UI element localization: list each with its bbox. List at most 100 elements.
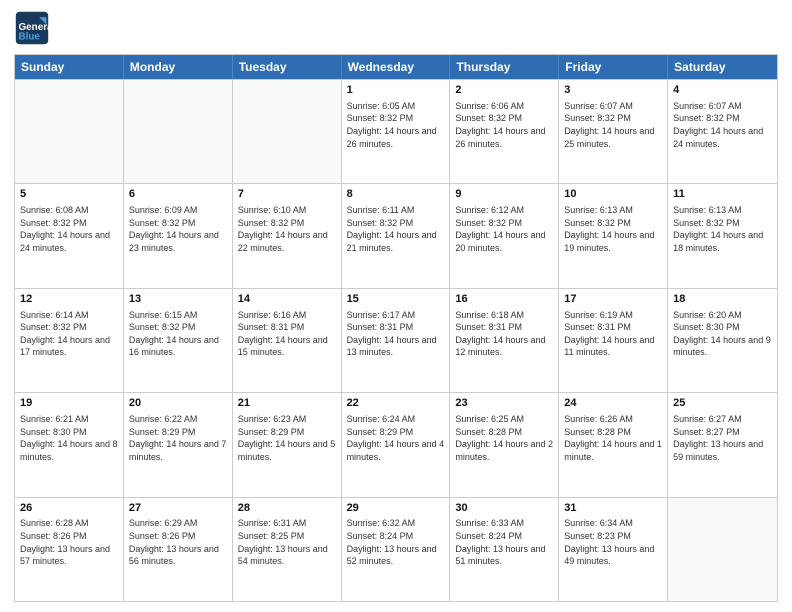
- empty-cell: [124, 80, 233, 183]
- day-cell-13: 13 Sunrise: 6:15 AMSunset: 8:32 PMDayligh…: [124, 289, 233, 392]
- cell-info: Sunrise: 6:25 AMSunset: 8:28 PMDaylight:…: [455, 413, 553, 463]
- day-cell-2: 2Sunrise: 6:06 AMSunset: 8:32 PMDaylight…: [450, 80, 559, 183]
- cell-info: Sunrise: 6:33 AMSunset: 8:24 PMDaylight:…: [455, 517, 553, 567]
- day-number: 26: [20, 501, 118, 516]
- day-cell-16: 16 Sunrise: 6:18 AMSunset: 8:31 PMDayligh…: [450, 289, 559, 392]
- cell-info: Sunrise: 6:05 AMSunset: 8:32 PMDaylight:…: [347, 100, 445, 150]
- day-cell-9: 9 Sunrise: 6:12 AMSunset: 8:32 PMDaylight…: [450, 184, 559, 287]
- day-number: 8: [347, 187, 445, 202]
- day-number: 23: [455, 396, 553, 411]
- header: General Blue: [14, 10, 778, 46]
- cell-info: Sunrise: 6:19 AMSunset: 8:31 PMDaylight:…: [564, 309, 662, 359]
- cell-info: Sunrise: 6:16 AMSunset: 8:31 PMDaylight:…: [238, 309, 336, 359]
- cell-info: Sunrise: 6:34 AMSunset: 8:23 PMDaylight:…: [564, 517, 662, 567]
- day-number: 4: [673, 83, 772, 98]
- cell-info: Sunrise: 6:06 AMSunset: 8:32 PMDaylight:…: [455, 100, 553, 150]
- day-cell-31: 31Sunrise: 6:34 AMSunset: 8:23 PMDayligh…: [559, 498, 668, 601]
- day-number: 22: [347, 396, 445, 411]
- weekday-header-thursday: Thursday: [450, 55, 559, 79]
- logo-icon: General Blue: [14, 10, 50, 46]
- day-cell-29: 29Sunrise: 6:32 AMSunset: 8:24 PMDayligh…: [342, 498, 451, 601]
- cell-info: Sunrise: 6:15 AMSunset: 8:32 PMDaylight:…: [129, 309, 227, 359]
- day-number: 13: [129, 292, 227, 307]
- day-number: 24: [564, 396, 662, 411]
- day-cell-4: 4 Sunrise: 6:07 AMSunset: 8:32 PMDaylight…: [668, 80, 777, 183]
- cell-info: Sunrise: 6:27 AMSunset: 8:27 PMDaylight:…: [673, 413, 772, 463]
- day-cell-1: 1 Sunrise: 6:05 AMSunset: 8:32 PMDaylight…: [342, 80, 451, 183]
- cell-info: Sunrise: 6:26 AMSunset: 8:28 PMDaylight:…: [564, 413, 662, 463]
- day-cell-3: 3 Sunrise: 6:07 AMSunset: 8:32 PMDaylight…: [559, 80, 668, 183]
- day-number: 9: [455, 187, 553, 202]
- day-cell-28: 28Sunrise: 6:31 AMSunset: 8:25 PMDayligh…: [233, 498, 342, 601]
- day-cell-8: 8 Sunrise: 6:11 AMSunset: 8:32 PMDaylight…: [342, 184, 451, 287]
- day-number: 25: [673, 396, 772, 411]
- day-cell-22: 22 Sunrise: 6:24 AMSunset: 8:29 PMDayligh…: [342, 393, 451, 496]
- day-number: 17: [564, 292, 662, 307]
- day-cell-17: 17 Sunrise: 6:19 AMSunset: 8:31 PMDayligh…: [559, 289, 668, 392]
- day-number: 7: [238, 187, 336, 202]
- day-number: 6: [129, 187, 227, 202]
- cell-info: Sunrise: 6:11 AMSunset: 8:32 PMDaylight:…: [347, 204, 445, 254]
- cell-info: Sunrise: 6:10 AMSunset: 8:32 PMDaylight:…: [238, 204, 336, 254]
- day-cell-27: 27Sunrise: 6:29 AMSunset: 8:26 PMDayligh…: [124, 498, 233, 601]
- day-number: 27: [129, 501, 227, 516]
- day-number: 14: [238, 292, 336, 307]
- cell-info: Sunrise: 6:23 AMSunset: 8:29 PMDaylight:…: [238, 413, 336, 463]
- day-number: 3: [564, 83, 662, 98]
- cell-info: Sunrise: 6:22 AMSunset: 8:29 PMDaylight:…: [129, 413, 227, 463]
- cell-info: Sunrise: 6:29 AMSunset: 8:26 PMDaylight:…: [129, 517, 227, 567]
- week-row-4: 19Sunrise: 6:21 AMSunset: 8:30 PMDayligh…: [15, 392, 777, 496]
- calendar-header: SundayMondayTuesdayWednesdayThursdayFrid…: [15, 55, 777, 79]
- empty-cell: [15, 80, 124, 183]
- day-number: 5: [20, 187, 118, 202]
- cell-info: Sunrise: 6:31 AMSunset: 8:25 PMDaylight:…: [238, 517, 336, 567]
- day-cell-21: 21 Sunrise: 6:23 AMSunset: 8:29 PMDayligh…: [233, 393, 342, 496]
- week-row-3: 12 Sunrise: 6:14 AMSunset: 8:32 PMDayligh…: [15, 288, 777, 392]
- cell-info: Sunrise: 6:09 AMSunset: 8:32 PMDaylight:…: [129, 204, 227, 254]
- day-number: 20: [129, 396, 227, 411]
- day-number: 30: [455, 501, 553, 516]
- svg-text:Blue: Blue: [19, 32, 41, 43]
- cell-info: Sunrise: 6:18 AMSunset: 8:31 PMDaylight:…: [455, 309, 553, 359]
- day-cell-6: 6 Sunrise: 6:09 AMSunset: 8:32 PMDaylight…: [124, 184, 233, 287]
- day-number: 1: [347, 83, 445, 98]
- weekday-header-monday: Monday: [124, 55, 233, 79]
- day-number: 11: [673, 187, 772, 202]
- cell-info: Sunrise: 6:24 AMSunset: 8:29 PMDaylight:…: [347, 413, 445, 463]
- day-number: 15: [347, 292, 445, 307]
- cell-info: Sunrise: 6:12 AMSunset: 8:32 PMDaylight:…: [455, 204, 553, 254]
- day-cell-7: 7 Sunrise: 6:10 AMSunset: 8:32 PMDaylight…: [233, 184, 342, 287]
- weekday-header-wednesday: Wednesday: [342, 55, 451, 79]
- weekday-header-friday: Friday: [559, 55, 668, 79]
- day-number: 12: [20, 292, 118, 307]
- empty-cell: [668, 498, 777, 601]
- day-cell-26: 26Sunrise: 6:28 AMSunset: 8:26 PMDayligh…: [15, 498, 124, 601]
- week-row-2: 5Sunrise: 6:08 AMSunset: 8:32 PMDaylight…: [15, 183, 777, 287]
- cell-info: Sunrise: 6:13 AMSunset: 8:32 PMDaylight:…: [564, 204, 662, 254]
- page: General Blue SundayMondayTuesdayWednesda…: [0, 0, 792, 612]
- cell-info: Sunrise: 6:14 AMSunset: 8:32 PMDaylight:…: [20, 309, 118, 359]
- day-cell-20: 20 Sunrise: 6:22 AMSunset: 8:29 PMDayligh…: [124, 393, 233, 496]
- cell-info: Sunrise: 6:20 AMSunset: 8:30 PMDaylight:…: [673, 309, 772, 359]
- day-number: 21: [238, 396, 336, 411]
- day-cell-14: 14 Sunrise: 6:16 AMSunset: 8:31 PMDayligh…: [233, 289, 342, 392]
- day-cell-11: 11 Sunrise: 6:13 AMSunset: 8:32 PMDayligh…: [668, 184, 777, 287]
- weekday-header-sunday: Sunday: [15, 55, 124, 79]
- cell-info: Sunrise: 6:07 AMSunset: 8:32 PMDaylight:…: [673, 100, 772, 150]
- day-number: 29: [347, 501, 445, 516]
- day-cell-18: 18 Sunrise: 6:20 AMSunset: 8:30 PMDayligh…: [668, 289, 777, 392]
- day-cell-5: 5Sunrise: 6:08 AMSunset: 8:32 PMDaylight…: [15, 184, 124, 287]
- weekday-header-tuesday: Tuesday: [233, 55, 342, 79]
- day-number: 19: [20, 396, 118, 411]
- day-cell-23: 23 Sunrise: 6:25 AMSunset: 8:28 PMDayligh…: [450, 393, 559, 496]
- day-cell-19: 19Sunrise: 6:21 AMSunset: 8:30 PMDayligh…: [15, 393, 124, 496]
- cell-info: Sunrise: 6:07 AMSunset: 8:32 PMDaylight:…: [564, 100, 662, 150]
- day-cell-24: 24 Sunrise: 6:26 AMSunset: 8:28 PMDayligh…: [559, 393, 668, 496]
- day-cell-30: 30Sunrise: 6:33 AMSunset: 8:24 PMDayligh…: [450, 498, 559, 601]
- day-number: 28: [238, 501, 336, 516]
- day-number: 16: [455, 292, 553, 307]
- week-row-5: 26Sunrise: 6:28 AMSunset: 8:26 PMDayligh…: [15, 497, 777, 601]
- cell-info: Sunrise: 6:13 AMSunset: 8:32 PMDaylight:…: [673, 204, 772, 254]
- day-cell-25: 25 Sunrise: 6:27 AMSunset: 8:27 PMDayligh…: [668, 393, 777, 496]
- day-number: 18: [673, 292, 772, 307]
